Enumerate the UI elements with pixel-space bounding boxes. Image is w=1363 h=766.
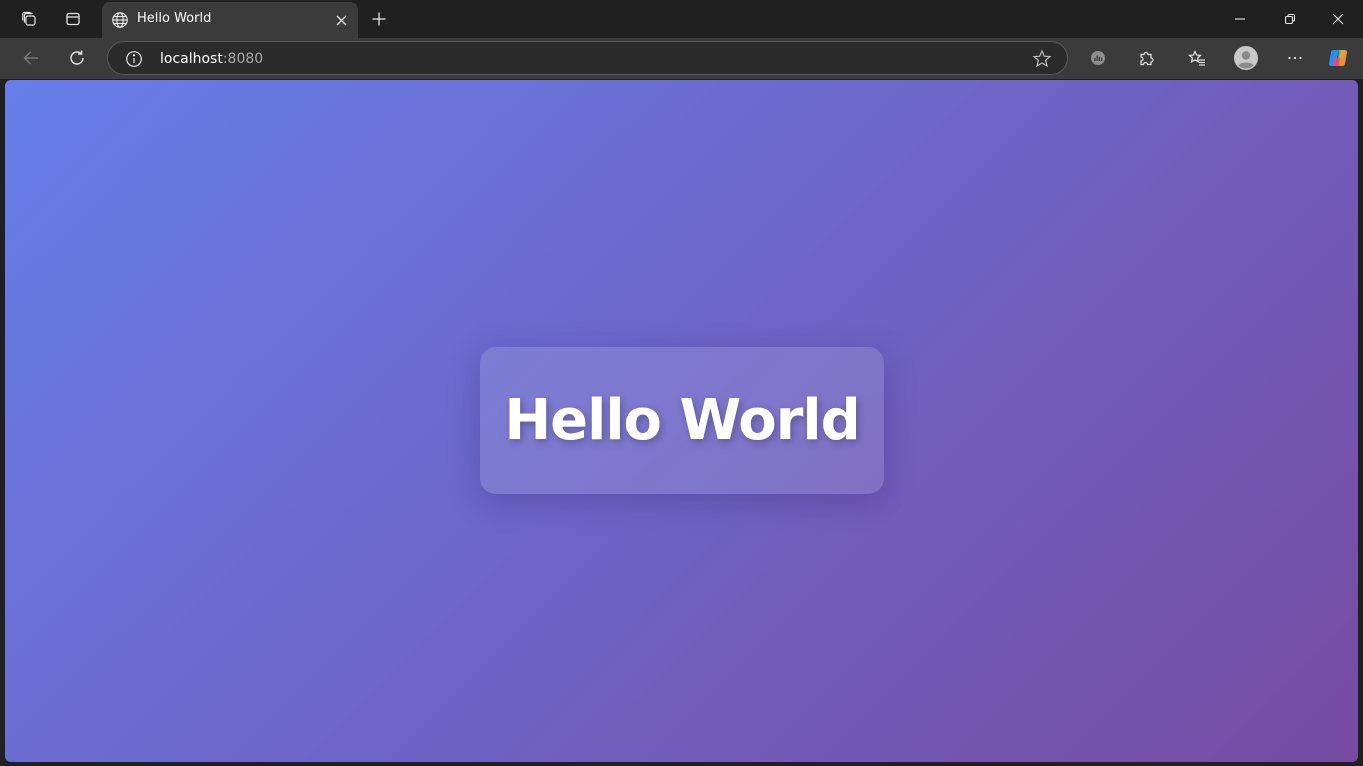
minimize-icon [1235, 18, 1245, 20]
url-port: :8080 [222, 51, 264, 67]
extensions-icon [1140, 51, 1154, 66]
profile-button[interactable] [1229, 42, 1263, 74]
refresh-button[interactable] [60, 42, 94, 74]
workspaces-icon [22, 11, 36, 26]
refresh-icon [70, 50, 84, 65]
close-icon [1332, 13, 1344, 25]
window-close-button[interactable] [1315, 0, 1361, 38]
new-tab-button[interactable] [364, 5, 394, 33]
profile-icon [1234, 46, 1258, 70]
browser-window: Hello World localhost:8080 Hello World [0, 0, 1363, 766]
more-button[interactable] [1278, 42, 1312, 74]
favorites-icon [1188, 50, 1205, 66]
back-icon [23, 51, 38, 65]
extensions-button[interactable] [1129, 42, 1163, 74]
back-button[interactable] [14, 42, 48, 74]
tab-actions-button[interactable] [57, 4, 89, 34]
page-heading: Hello World [504, 388, 860, 453]
copilot-button[interactable] [1322, 42, 1356, 74]
info-icon [126, 51, 142, 67]
performance-button[interactable] [1081, 42, 1115, 74]
tab-close-button[interactable] [330, 9, 352, 31]
navigation-toolbar: localhost:8080 [0, 38, 1363, 106]
tab-hello-world[interactable]: Hello World [102, 2, 358, 38]
globe-icon [112, 12, 128, 28]
minimize-button[interactable] [1217, 0, 1263, 38]
favorites-button[interactable] [1180, 42, 1214, 74]
title-bar: Hello World [0, 0, 1363, 38]
restore-icon [1284, 13, 1296, 25]
url-host: localhost [160, 51, 223, 67]
workspaces-button[interactable] [13, 4, 45, 34]
performance-icon [1091, 51, 1105, 65]
address-bar[interactable]: localhost:8080 [107, 41, 1068, 75]
page-viewport: Hello World [5, 80, 1358, 762]
restore-button[interactable] [1267, 0, 1313, 38]
address-url: localhost:8080 [160, 49, 263, 69]
close-icon [336, 15, 346, 25]
star-icon[interactable] [1032, 49, 1052, 69]
copilot-icon [1328, 49, 1348, 67]
more-icon [1288, 56, 1302, 60]
tab-title: Hello World [137, 11, 212, 26]
hello-card: Hello World [480, 347, 884, 494]
plus-icon [372, 12, 386, 26]
tab-actions-icon [66, 12, 80, 26]
